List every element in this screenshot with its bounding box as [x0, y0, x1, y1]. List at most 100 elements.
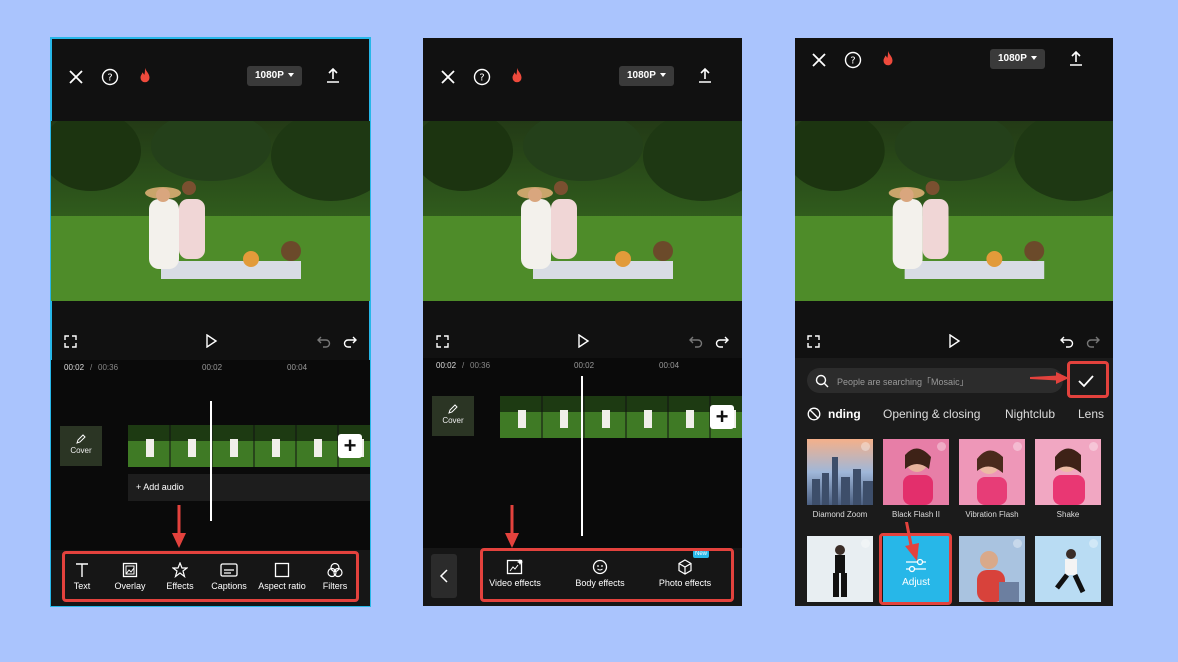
effect-shake-thumb[interactable] — [1035, 439, 1101, 505]
category-tab-trending[interactable]: nding — [828, 407, 861, 421]
effect-thumb-fashion[interactable] — [807, 536, 873, 602]
close-icon[interactable] — [439, 68, 457, 86]
add-clip-button[interactable]: + — [338, 434, 362, 458]
timeline-tick: 00:02 — [574, 361, 595, 370]
resolution-dropdown[interactable]: 1080P — [619, 66, 674, 86]
export-icon[interactable] — [1067, 50, 1085, 68]
svg-text:?: ? — [107, 73, 112, 84]
cover-label: Cover — [70, 446, 92, 455]
download-icon — [937, 442, 946, 451]
search-placeholder: People are searching「Mosaic」 — [837, 377, 969, 387]
effect-diamond-zoom-thumb[interactable] — [807, 439, 873, 505]
undo-icon[interactable] — [689, 335, 703, 348]
help-icon[interactable]: ? — [101, 68, 119, 86]
undo-icon[interactable] — [1060, 335, 1074, 348]
effect-label: Diamond Zoom — [812, 510, 868, 519]
add-clip-button[interactable]: + — [710, 405, 734, 429]
download-icon — [1089, 539, 1098, 548]
play-icon[interactable] — [576, 334, 590, 348]
undo-icon[interactable] — [317, 335, 331, 348]
fullscreen-icon[interactable] — [807, 335, 820, 348]
video-preview[interactable] — [795, 121, 1113, 301]
download-icon — [861, 539, 870, 548]
highlight-effects-options-box — [480, 548, 734, 602]
current-time: 00:02 — [64, 363, 85, 372]
effect-vibration-flash-thumb[interactable] — [959, 439, 1025, 505]
caret-down-icon — [1030, 56, 1037, 61]
timeline-tick: 00:02 — [202, 363, 223, 372]
playhead[interactable] — [210, 401, 212, 521]
highlight-confirm-box — [1067, 361, 1109, 398]
resolution-label: 1080P — [255, 70, 284, 81]
arrow-down-icon — [905, 522, 919, 561]
svg-text:?: ? — [850, 56, 855, 67]
close-icon[interactable] — [67, 68, 85, 86]
timeline-tick: 00:04 — [659, 361, 680, 370]
timeline-time-row: 00:02 / 00:36 00:02 00:04 — [51, 362, 370, 382]
no-effect-icon[interactable] — [807, 407, 821, 421]
help-icon[interactable]: ? — [844, 51, 862, 69]
fire-icon[interactable] — [508, 67, 526, 85]
total-time: 00:36 — [470, 361, 491, 370]
resolution-label: 1080P — [998, 53, 1027, 64]
effect-thumb-dancer[interactable] — [1035, 536, 1101, 602]
download-icon — [1013, 539, 1022, 548]
total-time: 00:36 — [98, 363, 119, 372]
download-icon — [861, 442, 870, 451]
category-tab-opening-closing[interactable]: Opening & closing — [883, 407, 980, 421]
effect-label: Black Flash II — [891, 510, 940, 519]
export-icon[interactable] — [696, 67, 714, 85]
highlight-toolbar-box — [62, 551, 359, 602]
phone-screen-effects-library: ? 1080P People are searching「Mosaic」 ndi… — [795, 38, 1113, 606]
category-tab-nightclub[interactable]: Nightclub — [1005, 407, 1055, 421]
add-audio-button[interactable]: + Add audio — [128, 474, 370, 501]
effect-black-flash-ii-thumb[interactable] — [883, 439, 949, 505]
fullscreen-icon[interactable] — [64, 335, 77, 348]
svg-text:?: ? — [479, 73, 484, 84]
video-clip-track[interactable] — [128, 425, 370, 467]
download-icon — [1013, 442, 1022, 451]
play-icon[interactable] — [204, 334, 218, 348]
resolution-dropdown[interactable]: 1080P — [247, 66, 302, 86]
arrow-right-icon — [1030, 372, 1069, 384]
effects-search-input[interactable]: People are searching「Mosaic」 — [807, 368, 1063, 393]
effect-thumb-blur-portrait[interactable] — [959, 536, 1025, 602]
effect-label: Vibration Flash — [965, 510, 1019, 519]
category-tab-lens[interactable]: Lens — [1078, 407, 1104, 421]
resolution-dropdown[interactable]: 1080P — [990, 49, 1045, 69]
download-icon — [1089, 442, 1098, 451]
time-separator: / — [462, 361, 465, 370]
cover-button[interactable]: Cover — [432, 396, 474, 436]
redo-icon[interactable] — [1086, 335, 1100, 348]
chevron-left-icon — [439, 569, 448, 583]
search-icon — [815, 374, 829, 388]
redo-icon[interactable] — [715, 335, 729, 348]
playhead[interactable] — [581, 376, 583, 536]
video-preview[interactable] — [51, 121, 370, 301]
cover-label: Cover — [442, 416, 464, 425]
fire-icon[interactable] — [136, 67, 154, 85]
video-clip-track[interactable] — [500, 396, 742, 438]
fullscreen-icon[interactable] — [436, 335, 449, 348]
cover-button[interactable]: Cover — [60, 426, 102, 466]
arrow-down-icon — [172, 505, 186, 548]
resolution-label: 1080P — [627, 70, 656, 81]
edit-icon — [448, 404, 458, 414]
caret-down-icon — [659, 73, 666, 78]
effect-label: Shake — [1056, 510, 1080, 519]
play-icon[interactable] — [947, 334, 961, 348]
export-icon[interactable] — [324, 67, 342, 85]
redo-icon[interactable] — [343, 335, 357, 348]
fire-icon[interactable] — [879, 50, 897, 68]
caret-down-icon — [287, 73, 294, 78]
time-separator: / — [90, 363, 93, 372]
arrow-down-icon — [505, 505, 519, 548]
close-icon[interactable] — [810, 51, 828, 69]
phone-screen-effects: ? 1080P 00:02 / 00:36 00:02 00:04 Cover — [423, 38, 742, 606]
timeline-tick: 00:04 — [287, 363, 308, 372]
back-button[interactable] — [431, 554, 457, 598]
current-time: 00:02 — [436, 361, 457, 370]
edit-icon — [76, 434, 86, 444]
help-icon[interactable]: ? — [473, 68, 491, 86]
video-preview[interactable] — [423, 121, 742, 301]
